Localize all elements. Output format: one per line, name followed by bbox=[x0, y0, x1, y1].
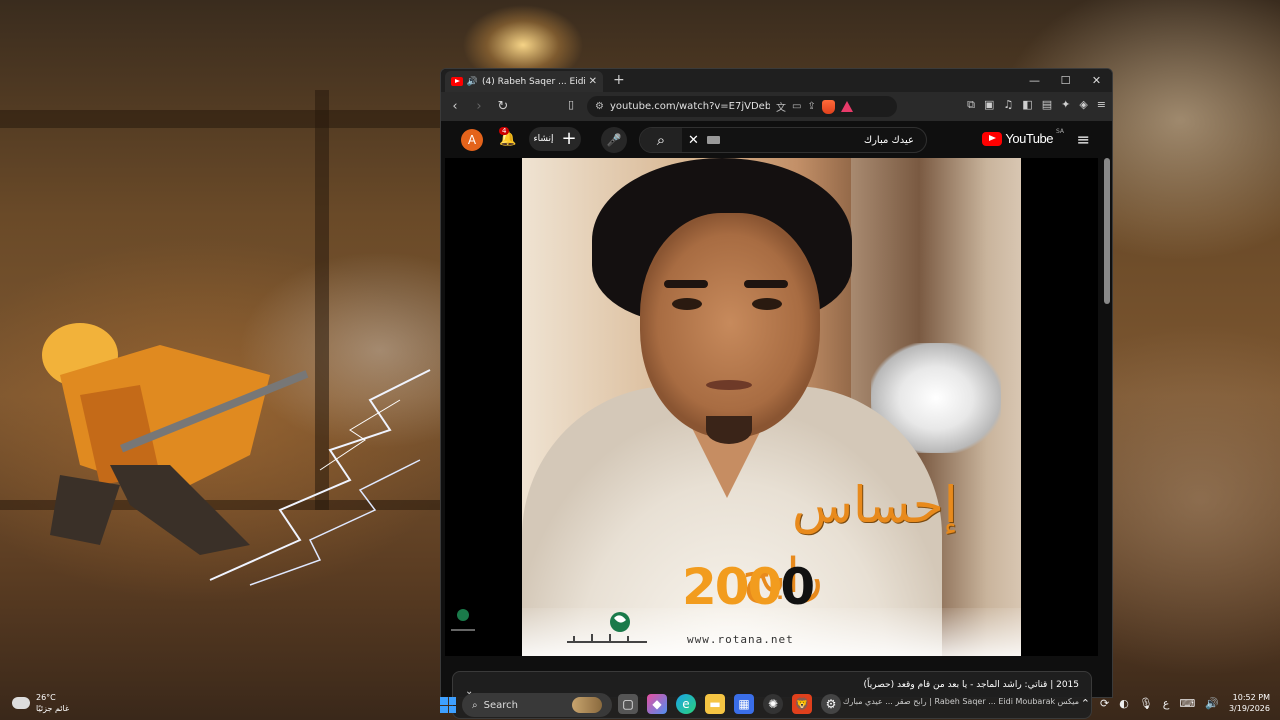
album-title-word: إحساس bbox=[792, 476, 958, 534]
microsoft-store-icon[interactable]: ▦ bbox=[734, 694, 754, 714]
rotana-watermark-icon bbox=[451, 609, 475, 631]
forward-icon[interactable]: › bbox=[471, 99, 487, 114]
album-right-eye bbox=[752, 298, 782, 310]
youtube-wordmark: YouTube bbox=[1005, 131, 1053, 146]
url-text[interactable]: youtube.com/watch?v=E7jVDebUv_k... bbox=[610, 101, 770, 112]
country-code: SA bbox=[1055, 128, 1064, 135]
rotana-logo-icon bbox=[567, 612, 647, 643]
language-indicator[interactable]: ع bbox=[1163, 697, 1170, 710]
album-face bbox=[640, 213, 820, 438]
reload-icon[interactable]: ↻ bbox=[495, 99, 511, 114]
video-player[interactable]: إحساس رابح 2000 www.rotana.net bbox=[445, 158, 1098, 656]
share-icon[interactable]: ⇪ bbox=[807, 101, 815, 112]
edge-browser-icon[interactable]: e bbox=[676, 694, 696, 714]
avatar[interactable]: A bbox=[461, 129, 483, 151]
clear-search-icon[interactable]: ✕ bbox=[688, 133, 699, 148]
weather-desc: غائم جزئيًا bbox=[36, 704, 70, 713]
widgets-icon[interactable]: ◆ bbox=[647, 694, 667, 714]
create-label: إنشاء bbox=[533, 134, 554, 144]
youtube-header: A 🔔 4 إنشاء + 🎤 ⌕ ✕ عيدك مبارك YouTube S… bbox=[441, 121, 1112, 158]
search-box[interactable]: ⌕ ✕ عيدك مبارك bbox=[639, 127, 927, 153]
plus-icon: + bbox=[561, 128, 577, 149]
bookmark-icon[interactable]: ▯ bbox=[563, 98, 579, 111]
wallet-icon[interactable]: ▤ bbox=[1042, 98, 1052, 112]
cast-icon[interactable]: ▭ bbox=[792, 101, 801, 112]
album-goatee bbox=[706, 416, 752, 444]
network-icon[interactable]: ⌨ bbox=[1179, 697, 1195, 710]
browser-tab-active[interactable]: 🔊 (4) Rabeh Saqer ... Eidi Moubarak ✕ bbox=[445, 71, 603, 92]
back-icon[interactable]: ‹ bbox=[447, 99, 463, 114]
album-cover-art: إحساس رابح 2000 www.rotana.net bbox=[522, 158, 1021, 656]
site-info-icon[interactable]: ⚙ bbox=[595, 101, 604, 112]
speaker-icon[interactable]: 🔊 bbox=[467, 77, 478, 87]
microphone-icon[interactable]: 🎙 bbox=[1139, 697, 1153, 710]
chatgpt-icon[interactable]: ✺ bbox=[763, 694, 783, 714]
tab-close-icon[interactable]: ✕ bbox=[589, 76, 597, 87]
music-icon[interactable]: ♫ bbox=[1003, 98, 1013, 112]
file-explorer-icon[interactable]: ▬ bbox=[705, 694, 725, 714]
search-input[interactable]: عيدك مبارك bbox=[864, 135, 914, 146]
album-left-brow bbox=[664, 280, 708, 288]
taskbar-apps: ▢ ◆ e ▬ ▦ ✺ 🦁 ⚙ bbox=[618, 694, 841, 714]
app-tray-icon[interactable]: ◐ bbox=[1119, 697, 1129, 710]
album-label-url: www.rotana.net bbox=[687, 633, 794, 646]
page-scrollbar[interactable] bbox=[1104, 158, 1110, 697]
search-icon[interactable]: ⌕ bbox=[640, 128, 682, 152]
sidebar-icon[interactable]: ◧ bbox=[1022, 98, 1032, 112]
leo-icon[interactable]: ✦ bbox=[1061, 98, 1070, 112]
create-button[interactable]: إنشاء + bbox=[529, 127, 581, 151]
extensions-icon[interactable]: ⧉ bbox=[967, 98, 975, 112]
maximize-button[interactable]: ☐ bbox=[1050, 69, 1081, 92]
album-right-brow bbox=[744, 280, 788, 288]
weather-widget[interactable]: 26°C غائم جزئيًا bbox=[10, 692, 70, 714]
taskbar-search-label: Search bbox=[483, 699, 518, 711]
translate-icon[interactable]: 文 bbox=[776, 99, 786, 114]
youtube-favicon-icon bbox=[451, 77, 463, 86]
volume-icon[interactable]: 🔊 bbox=[1205, 697, 1219, 710]
browser-window: 🔊 (4) Rabeh Saqer ... Eidi Moubarak ✕ + … bbox=[440, 68, 1113, 698]
guide-menu-icon[interactable]: ≡ bbox=[1077, 130, 1090, 149]
search-highlight-image bbox=[572, 697, 602, 713]
wallet-icon[interactable]: ▣ bbox=[984, 98, 994, 112]
youtube-logo[interactable]: YouTube SA bbox=[982, 128, 1064, 146]
tab-title: (4) Rabeh Saqer ... Eidi Moubarak bbox=[482, 76, 585, 87]
lightning-effect bbox=[209, 369, 431, 586]
taskbar-search[interactable]: ⌕ Search bbox=[462, 693, 612, 717]
close-window-button[interactable]: ✕ bbox=[1081, 69, 1112, 92]
start-windows-icon[interactable] bbox=[440, 697, 456, 713]
system-tray: ⌃ ⟳ ◐ 🎙 ع ⌨ 🔊 10:52 PM 3/19/2026 bbox=[1081, 692, 1270, 714]
task-view-icon[interactable]: ▢ bbox=[618, 694, 638, 714]
new-tab-button[interactable]: + bbox=[613, 72, 625, 88]
toolbar-right-icons: ⧉ ▣ ♫ ◧ ▤ ✦ ◈ ≡ bbox=[967, 98, 1106, 112]
browser-toolbar: ‹ › ↻ ▯ ⚙ youtube.com/watch?v=E7jVDebUv_… bbox=[441, 92, 1112, 121]
scrollbar-thumb[interactable] bbox=[1104, 158, 1110, 304]
settings-gear-icon[interactable]: ⚙ bbox=[821, 694, 841, 714]
voice-search-mic-icon[interactable]: 🎤 bbox=[601, 127, 627, 153]
menu-icon[interactable]: ≡ bbox=[1097, 98, 1106, 112]
minimize-button[interactable]: — bbox=[1019, 69, 1050, 92]
brave-browser-icon[interactable]: 🦁 bbox=[792, 694, 812, 714]
tab-bar: 🔊 (4) Rabeh Saqer ... Eidi Moubarak ✕ + … bbox=[441, 69, 1112, 92]
brave-rewards-icon[interactable] bbox=[840, 101, 853, 112]
clock-time: 10:52 PM bbox=[1232, 693, 1270, 702]
wall-beam bbox=[0, 110, 440, 128]
album-title-line1: إحساس bbox=[792, 476, 958, 534]
search-icon: ⌕ bbox=[472, 699, 478, 711]
weather-temp: 26°C bbox=[36, 693, 56, 702]
chevron-up-icon[interactable]: ⌃ bbox=[1081, 697, 1090, 710]
taskbar: 26°C غائم جزئيًا ⌕ Search ▢ ◆ e ▬ ▦ ✺ 🦁 … bbox=[0, 688, 1280, 720]
address-bar[interactable]: ⚙ youtube.com/watch?v=E7jVDebUv_k... 文 ▭… bbox=[587, 96, 897, 117]
vpn-icon[interactable]: ◈ bbox=[1079, 98, 1087, 112]
clock-date: 3/19/2026 bbox=[1228, 704, 1270, 713]
sync-icon[interactable]: ⟳ bbox=[1100, 697, 1109, 710]
keyboard-icon[interactable] bbox=[706, 136, 720, 144]
youtube-play-icon bbox=[982, 131, 1003, 146]
album-left-eye bbox=[672, 298, 702, 310]
partly-cloudy-icon bbox=[10, 693, 30, 709]
clock[interactable]: 10:52 PM 3/19/2026 bbox=[1229, 692, 1270, 714]
window-controls: — ☐ ✕ bbox=[1019, 69, 1112, 92]
album-mouth bbox=[706, 380, 752, 390]
brave-shields-icon[interactable] bbox=[821, 99, 835, 114]
